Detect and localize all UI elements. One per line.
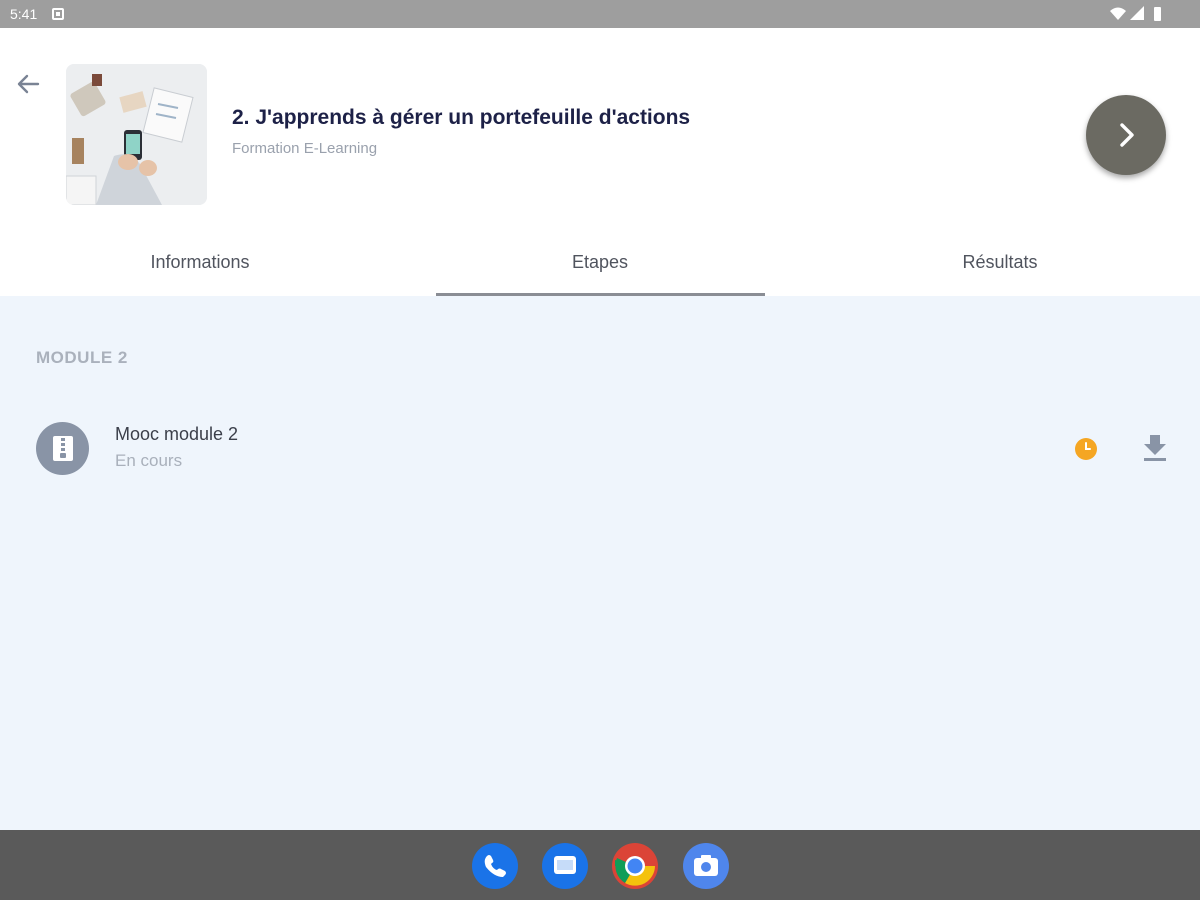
status-time: 5:41: [10, 6, 38, 22]
notification-icon: [52, 8, 64, 20]
tab-bar: Informations Etapes Résultats: [0, 228, 1200, 296]
next-button[interactable]: [1086, 95, 1166, 175]
tab-etapes[interactable]: Etapes: [400, 228, 800, 296]
course-thumbnail: [66, 64, 207, 205]
list-item[interactable]: Mooc module 2 En cours: [0, 414, 1200, 484]
item-status: En cours: [115, 451, 183, 470]
course-subtitle: Formation E-Learning: [232, 140, 378, 157]
chevron-right-icon: [1120, 123, 1134, 147]
phone-app[interactable]: [472, 843, 518, 889]
tab-resultats[interactable]: Résultats: [800, 228, 1200, 296]
phone-icon: [484, 855, 506, 877]
back-button[interactable]: [12, 68, 44, 100]
navigation-bar: [0, 830, 1200, 900]
tab-informations[interactable]: Informations: [0, 228, 400, 296]
download-icon: [1144, 435, 1166, 461]
arrow-back-icon: [17, 74, 40, 94]
download-button[interactable]: [1141, 433, 1169, 463]
item-title: Mooc module 2: [115, 424, 239, 444]
section-label: MODULE 2: [36, 348, 128, 367]
status-bar: 5:41: [0, 0, 1200, 28]
chrome-icon: [612, 843, 658, 889]
system-status-icons: [1110, 6, 1161, 21]
chrome-app[interactable]: [612, 843, 658, 889]
steps-panel: MODULE 2 Mooc module 2 En cours: [0, 296, 1200, 830]
archive-file-icon: [36, 422, 89, 475]
messages-app[interactable]: [542, 843, 588, 889]
course-title: 2. J'apprends à gérer un portefeuille d'…: [232, 106, 691, 129]
camera-app[interactable]: [683, 843, 729, 889]
messages-icon: [554, 856, 576, 874]
camera-icon: [694, 855, 718, 876]
clock-icon: [1075, 438, 1097, 460]
